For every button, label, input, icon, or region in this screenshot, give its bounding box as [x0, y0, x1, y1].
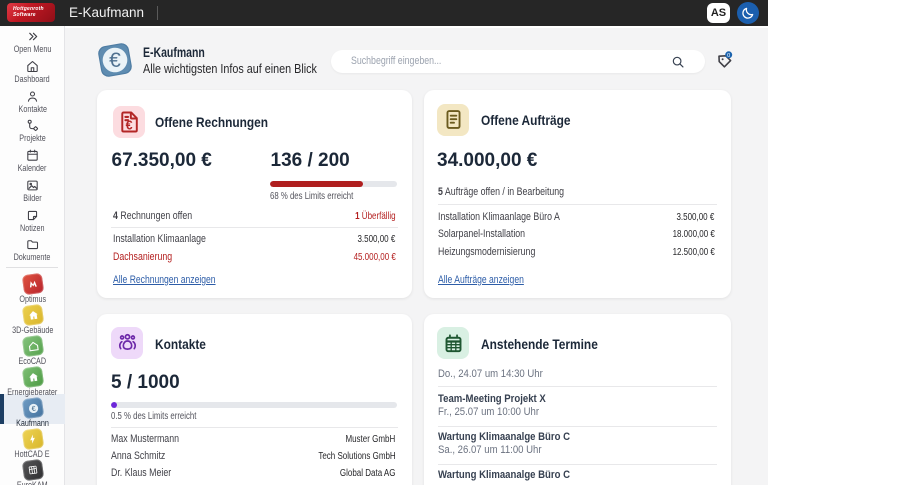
svg-text:€: € [30, 405, 35, 412]
svg-text:0: 0 [727, 53, 730, 59]
svg-text:€: € [109, 49, 121, 72]
svg-text:€: € [125, 118, 132, 132]
